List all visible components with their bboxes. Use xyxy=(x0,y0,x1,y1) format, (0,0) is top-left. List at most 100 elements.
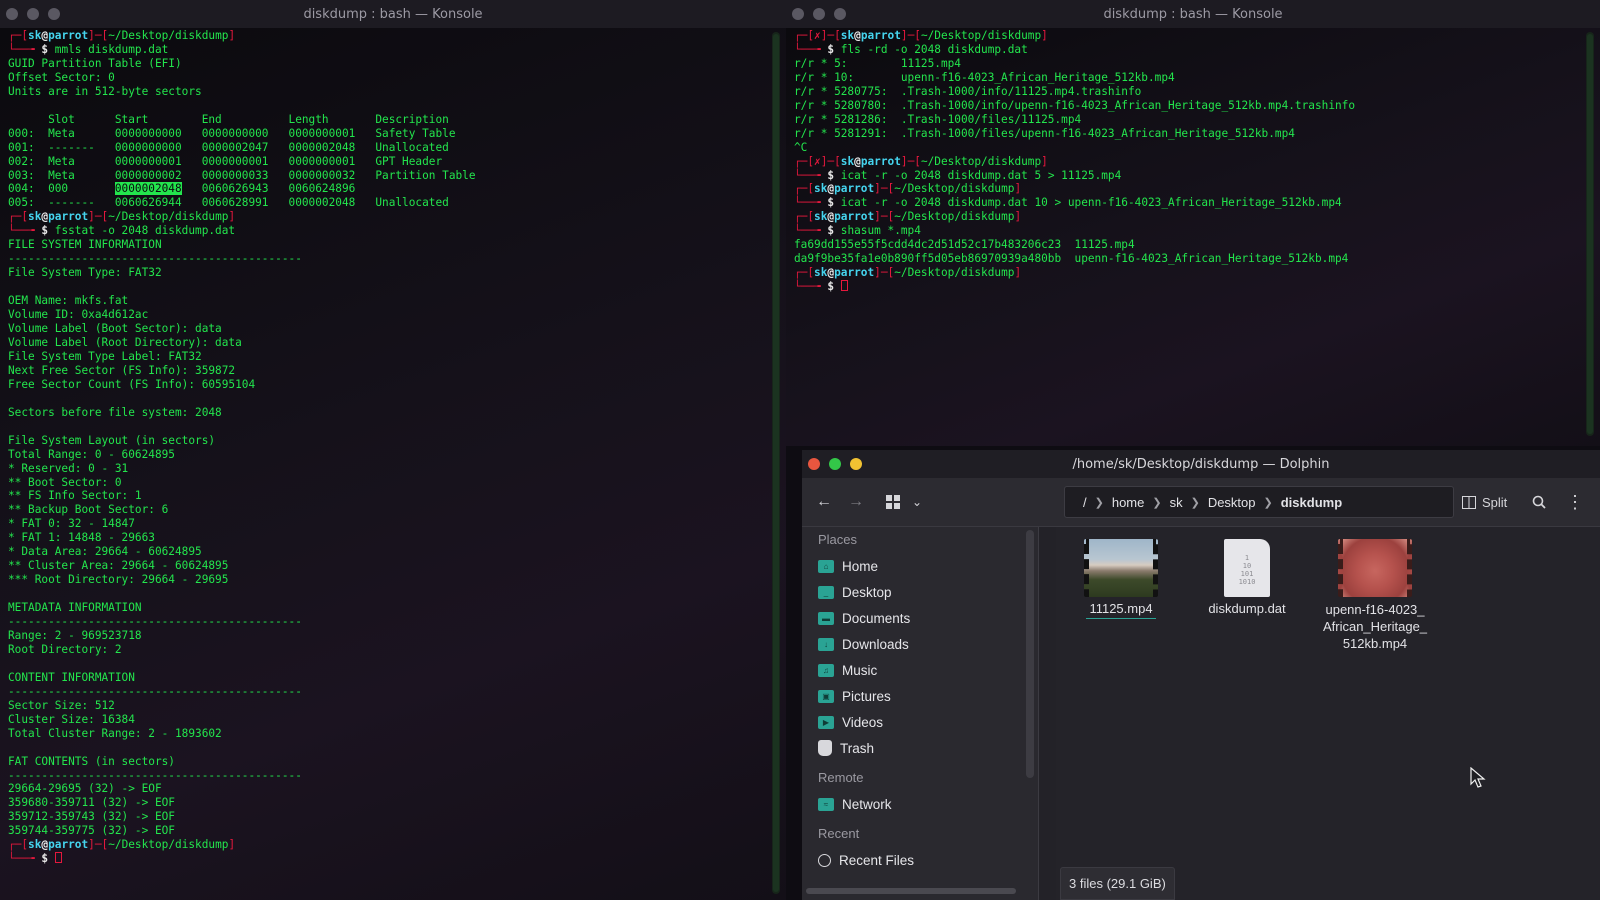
right-konsole-titlebar[interactable]: diskdump : bash — Konsole xyxy=(786,0,1600,28)
right-konsole-window: diskdump : bash — Konsole ┌─[✗]─[sk@parr… xyxy=(786,0,1600,446)
view-mode-icon[interactable] xyxy=(886,487,900,517)
left-terminal-scrollbar[interactable] xyxy=(772,32,780,894)
minimize-icon[interactable] xyxy=(27,8,39,20)
right-terminal-scrollbar[interactable] xyxy=(1586,32,1594,436)
output-line: Units are in 512-byte sectors xyxy=(8,84,202,98)
mmls-row: 004: 000 xyxy=(8,182,115,196)
command: icat -r -o 2048 diskdump.dat 5 > 11125.m… xyxy=(840,168,1122,182)
close-icon[interactable] xyxy=(808,458,820,470)
breadcrumb-desktop[interactable]: Desktop xyxy=(1200,495,1264,510)
place-trash[interactable]: Trash xyxy=(802,735,1038,761)
left-terminal-output[interactable]: ┌─[sk@parrot]─[~/Desktop/diskdump] └──╼ … xyxy=(0,28,786,900)
svg-text:1: 1 xyxy=(1245,554,1249,562)
file-item[interactable]: 1 10 101 1010 diskdump.dat xyxy=(1182,539,1312,616)
prompt-path: ~/Desktop/diskdump xyxy=(894,210,1015,224)
command: fls -rd -o 2048 diskdump.dat xyxy=(840,42,1028,56)
back-arrow-icon[interactable]: ← xyxy=(816,487,832,517)
file-view[interactable]: 11125.mp4 1 10 101 1010 diskdump.dat upenn-… xyxy=(1056,527,1600,900)
places-horizontal-scrollbar[interactable] xyxy=(806,888,1016,894)
places-panel: Places ⌂ Home _ Desktop ▬ Documents ↓ Downlo… xyxy=(802,527,1038,900)
command: fsstat -o 2048 diskdump.dat xyxy=(54,224,236,238)
window-title: diskdump : bash — Konsole xyxy=(1103,6,1283,22)
right-terminal-output[interactable]: ┌─[✗]─[sk@parrot]─[~/Desktop/diskdump] └… xyxy=(786,28,1600,446)
prompt-path: ~/Desktop/diskdump xyxy=(108,210,229,224)
file-item[interactable]: 11125.mp4 xyxy=(1056,539,1186,619)
prompt-user: sk xyxy=(28,838,42,852)
place-pictures[interactable]: ▣ Pictures xyxy=(802,683,1038,709)
file-item[interactable]: upenn-f16-4023_ African_Heritage_ 512kb.… xyxy=(1310,539,1440,652)
left-konsole-window: diskdump : bash — Konsole ┌─[sk@parrot]─… xyxy=(0,0,786,900)
prompt-user: sk xyxy=(28,210,42,224)
prompt-host: parrot xyxy=(48,838,89,852)
selection-underline xyxy=(1086,618,1156,619)
breadcrumb-diskdump[interactable]: diskdump xyxy=(1273,495,1350,510)
dolphin-titlebar[interactable]: /home/sk/Desktop/diskdump — Dolphin xyxy=(802,450,1600,478)
svg-text:1010: 1010 xyxy=(1239,578,1256,585)
command: icat -r -o 2048 diskdump.dat 10 > upenn-… xyxy=(840,196,1342,210)
place-home[interactable]: ⌂ Home xyxy=(802,553,1038,579)
chevron-right-icon: ❯ xyxy=(1190,496,1200,509)
downloads-icon: ↓ xyxy=(818,637,834,651)
search-icon[interactable] xyxy=(1532,487,1546,517)
menu-icon[interactable]: ⋮ xyxy=(1566,487,1584,517)
dolphin-window: /home/sk/Desktop/diskdump — Dolphin ← → … xyxy=(802,450,1600,900)
place-videos[interactable]: ▶ Videos xyxy=(802,709,1038,735)
fls-output: r/r * 5: 11125.mp4 r/r * 10: upenn-f16-4… xyxy=(794,56,1356,154)
place-network[interactable]: ≈ Network xyxy=(802,791,1038,817)
svg-text:101: 101 xyxy=(1241,570,1254,578)
place-downloads[interactable]: ↓ Downloads xyxy=(802,631,1038,657)
chevron-down-icon[interactable]: ⌄ xyxy=(912,487,922,517)
forward-arrow-icon[interactable]: → xyxy=(848,487,864,517)
prompt-path: ~/Desktop/diskdump xyxy=(920,29,1042,42)
places-vertical-scrollbar[interactable] xyxy=(1026,530,1034,778)
shasum-line: da9f9be35fa1e0b890ff5d05eb86970939a480bb… xyxy=(794,252,1349,266)
pane-divider[interactable] xyxy=(1038,527,1039,900)
breadcrumb-home[interactable]: home xyxy=(1104,495,1153,510)
close-icon[interactable] xyxy=(6,8,18,20)
output-line: GUID Partition Table (EFI) xyxy=(8,56,182,70)
documents-icon: ▬ xyxy=(818,611,834,625)
left-konsole-titlebar[interactable]: diskdump : bash — Konsole xyxy=(0,0,786,28)
minimize-icon[interactable] xyxy=(850,458,862,470)
prompt-host: parrot xyxy=(48,29,89,42)
close-icon[interactable] xyxy=(792,8,804,20)
prompt-user: sk xyxy=(814,266,828,280)
mmls-row: 001: ------- 0000000000 0000002047 00000… xyxy=(8,140,449,154)
video-thumbnail-icon xyxy=(1084,539,1158,597)
mmls-row: 003: Meta 0000000002 0000000033 00000000… xyxy=(8,168,476,182)
video-thumbnail-icon xyxy=(1338,539,1412,597)
recent-heading: Recent xyxy=(818,826,860,841)
place-music[interactable]: ♫ Music xyxy=(802,657,1038,683)
prompt-path: ~/Desktop/diskdump xyxy=(894,266,1015,280)
split-button[interactable]: Split xyxy=(1462,487,1507,517)
window-title: /home/sk/Desktop/diskdump — Dolphin xyxy=(1072,456,1330,472)
mmls-row: 005: ------- 0060626944 0060628991 00000… xyxy=(8,196,449,210)
maximize-icon[interactable] xyxy=(834,8,846,20)
file-name: 11125.mp4 xyxy=(1089,601,1153,616)
chevron-right-icon: ❯ xyxy=(1094,496,1104,509)
place-documents[interactable]: ▬ Documents xyxy=(802,605,1038,631)
prompt-host: parrot xyxy=(860,29,901,42)
pictures-icon: ▣ xyxy=(818,689,834,703)
prompt-host: parrot xyxy=(834,182,875,196)
prompt-path: ~/Desktop/diskdump xyxy=(108,838,229,852)
prompt-host: parrot xyxy=(48,210,89,224)
maximize-icon[interactable] xyxy=(48,8,60,20)
minimize-icon[interactable] xyxy=(813,8,825,20)
breadcrumb-sk[interactable]: sk xyxy=(1162,495,1191,510)
binary-file-icon: 1 10 101 1010 xyxy=(1224,539,1270,597)
remote-heading: Remote xyxy=(818,770,864,785)
prompt-host: parrot xyxy=(860,154,901,168)
fsstat-output: FILE SYSTEM INFORMATION ----------------… xyxy=(8,238,302,838)
command: mmls diskdump.dat xyxy=(54,42,169,56)
place-desktop[interactable]: _ Desktop xyxy=(802,579,1038,605)
maximize-icon[interactable] xyxy=(829,458,841,470)
mmls-row: 002: Meta 0000000001 0000000001 00000000… xyxy=(8,154,443,168)
output-line: Offset Sector: 0 xyxy=(8,70,115,84)
selected-start-sector[interactable]: 0000002048 xyxy=(114,182,182,196)
file-name: diskdump.dat xyxy=(1208,601,1286,616)
breadcrumb[interactable]: / ❯ home ❯ sk ❯ Desktop ❯ diskdump xyxy=(1064,486,1454,518)
place-recent-files[interactable]: Recent Files xyxy=(802,847,1038,873)
breadcrumb-root[interactable]: / xyxy=(1075,495,1095,510)
mmls-row: 000: Meta 0000000000 0000000000 00000000… xyxy=(8,126,456,140)
